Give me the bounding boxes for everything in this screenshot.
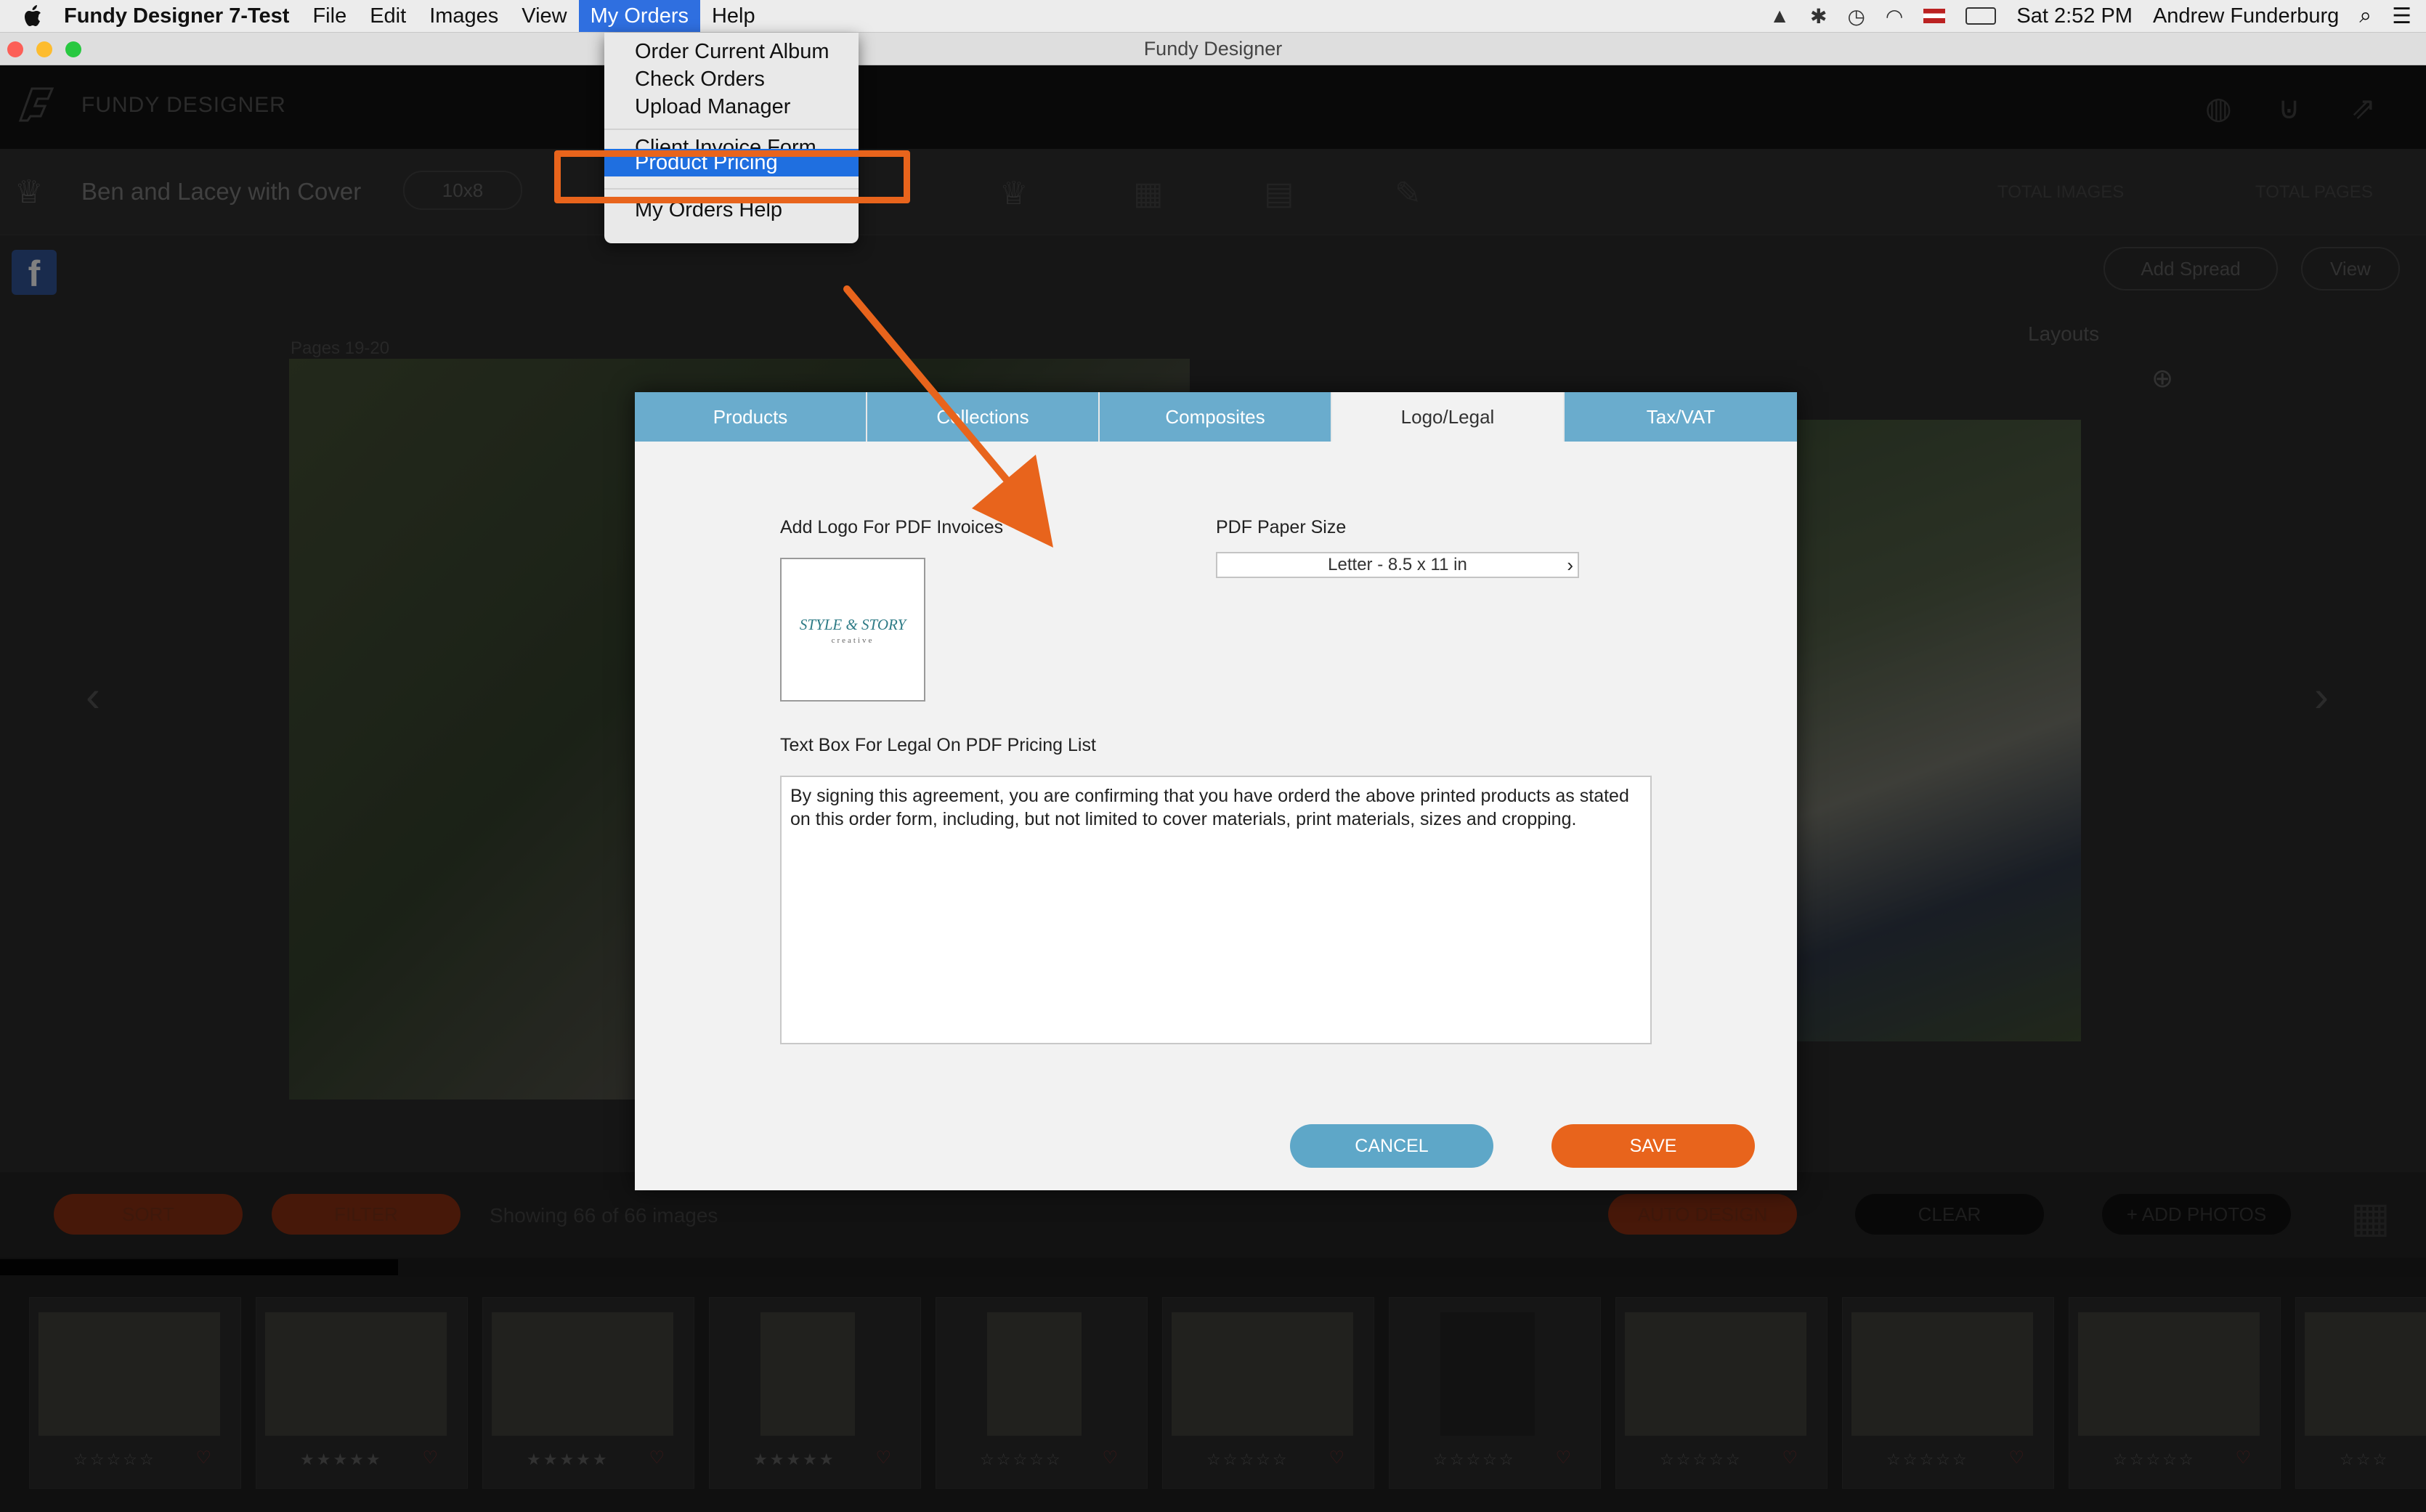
clock[interactable]: Sat 2:52 PM — [2016, 4, 2133, 28]
chevron-right-icon: › — [1567, 554, 1573, 576]
menu-help[interactable]: Help — [700, 0, 767, 32]
status-area: ▲ ✱ ◷ ◠ Sat 2:52 PM Andrew Funderburg ⌕ … — [1769, 0, 2411, 32]
menu-view[interactable]: View — [510, 0, 578, 32]
drive-icon[interactable]: ▲ — [1769, 4, 1790, 28]
paper-size-label: PDF Paper Size — [1216, 517, 1347, 537]
user-name[interactable]: Andrew Funderburg — [2153, 4, 2339, 28]
logo-upload-box[interactable]: STYLE & STORY creative — [780, 558, 925, 702]
notification-center-icon[interactable]: ☰ — [2392, 4, 2411, 29]
spotlight-search-icon[interactable]: ⌕ — [2359, 4, 2372, 28]
menu-item-check-orders[interactable]: Check Orders — [604, 65, 859, 93]
save-button[interactable]: SAVE — [1551, 1124, 1755, 1168]
tab-logo-legal[interactable]: Logo/Legal — [1332, 392, 1565, 442]
menu-separator — [604, 129, 859, 130]
close-window-icon[interactable] — [7, 41, 23, 57]
menu-item-client-invoice-form[interactable]: Client Invoice Form — [604, 133, 859, 149]
flag-icon[interactable] — [1923, 9, 1946, 23]
legal-textarea[interactable]: By signing this agreement, you are confi… — [780, 776, 1652, 1044]
logo-label: Add Logo For PDF Invoices — [780, 517, 1004, 537]
bluetooth-icon[interactable]: ✱ — [1810, 4, 1827, 28]
macos-menubar: Fundy Designer 7-Test File Edit Images V… — [0, 0, 2426, 33]
menu-images[interactable]: Images — [418, 0, 510, 32]
zoom-window-icon[interactable] — [65, 41, 81, 57]
paper-size-value: Letter - 8.5 x 11 in — [1328, 555, 1467, 574]
menu-item-upload-manager[interactable]: Upload Manager — [604, 93, 859, 121]
tab-collections[interactable]: Collections — [867, 392, 1100, 442]
menu-item-order-current-album[interactable]: Order Current Album — [604, 38, 859, 65]
time-machine-icon[interactable]: ◷ — [1847, 4, 1865, 28]
wifi-icon[interactable]: ◠ — [1886, 4, 1903, 28]
menu-edit[interactable]: Edit — [358, 0, 418, 32]
logo-subtext: creative — [831, 636, 875, 645]
apple-logo-icon[interactable] — [23, 5, 42, 27]
battery-icon[interactable] — [1965, 7, 1997, 25]
legal-label: Text Box For Legal On PDF Pricing List — [780, 735, 1096, 755]
cancel-button[interactable]: CANCEL — [1290, 1124, 1493, 1168]
paper-size-select[interactable]: Letter - 8.5 x 11 in › — [1216, 552, 1579, 578]
app-menu[interactable]: Fundy Designer 7-Test — [51, 0, 301, 32]
minimize-window-icon[interactable] — [36, 41, 52, 57]
logo-text: STYLE & STORY — [799, 616, 906, 633]
window-title: Fundy Designer — [1143, 38, 1283, 60]
menu-my-orders[interactable]: My Orders — [578, 0, 700, 32]
product-pricing-highlight — [554, 150, 910, 203]
tab-products[interactable]: Products — [635, 392, 867, 442]
window-titlebar: Fundy Designer — [0, 33, 2426, 65]
my-orders-menu: Order Current Album Check Orders Upload … — [604, 33, 859, 243]
menu-file[interactable]: File — [301, 0, 358, 32]
tab-tax-vat[interactable]: Tax/VAT — [1565, 392, 1797, 442]
tab-composites[interactable]: Composites — [1100, 392, 1332, 442]
